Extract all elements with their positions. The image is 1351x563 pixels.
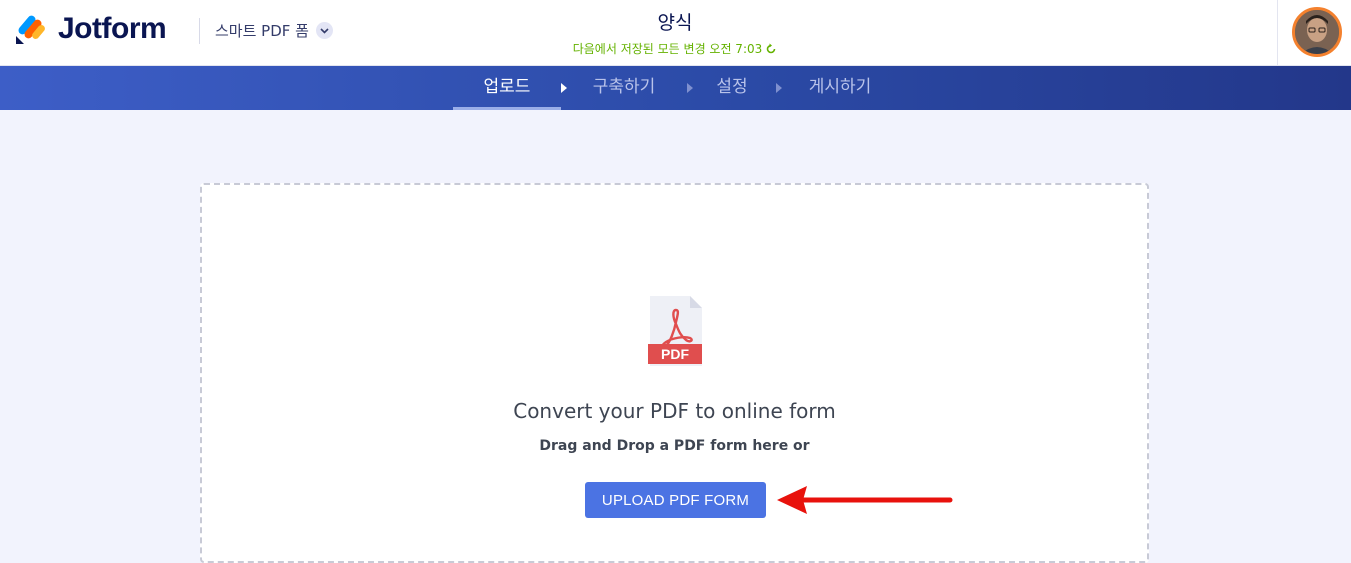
chevron-right-icon [776,83,782,93]
tab-publish[interactable]: 게시하기 [800,66,880,110]
chevron-right-icon [687,83,693,93]
upload-pdf-button[interactable]: UPLOAD PDF FORM [585,482,766,518]
red-arrow-icon [777,486,953,514]
chevron-right-icon [561,83,567,93]
refresh-icon[interactable] [765,43,777,55]
logo-text: Jotform [58,12,167,45]
convert-title: Convert your PDF to online form [513,399,836,423]
form-type-selector[interactable]: 스마트 PDF 폼 [215,20,333,41]
tab-build[interactable]: 구축하기 [584,66,664,110]
form-type-label: 스마트 PDF 폼 [215,22,309,40]
top-header: Jotform 스마트 PDF 폼 양식 다음에서 저장된 모든 변경 오전 7… [0,0,1351,66]
header-right-divider [1277,0,1278,66]
header-divider [199,18,200,44]
step-navbar: 업로드 구축하기 설정 게시하기 [0,66,1351,110]
title-block: 양식 다음에서 저장된 모든 변경 오전 7:03 [475,8,875,57]
jotform-logo-icon [16,15,45,44]
tab-upload[interactable]: 업로드 [453,66,561,110]
form-title[interactable]: 양식 [475,8,875,35]
avatar[interactable] [1292,7,1342,57]
pdf-file-icon: PDF [648,296,702,366]
save-status: 다음에서 저장된 모든 변경 오전 7:03 [573,40,778,57]
pdf-icon-label: PDF [661,346,689,362]
pdf-dropzone[interactable]: PDF Convert your PDF to online form Drag… [200,183,1149,563]
drag-drop-text: Drag and Drop a PDF form here or [539,438,810,454]
chevron-down-icon[interactable] [315,22,333,39]
save-status-text: 다음에서 저장된 모든 변경 오전 7:03 [572,42,763,56]
tab-settings[interactable]: 설정 [710,66,754,110]
jotform-logo[interactable]: Jotform [14,12,167,46]
